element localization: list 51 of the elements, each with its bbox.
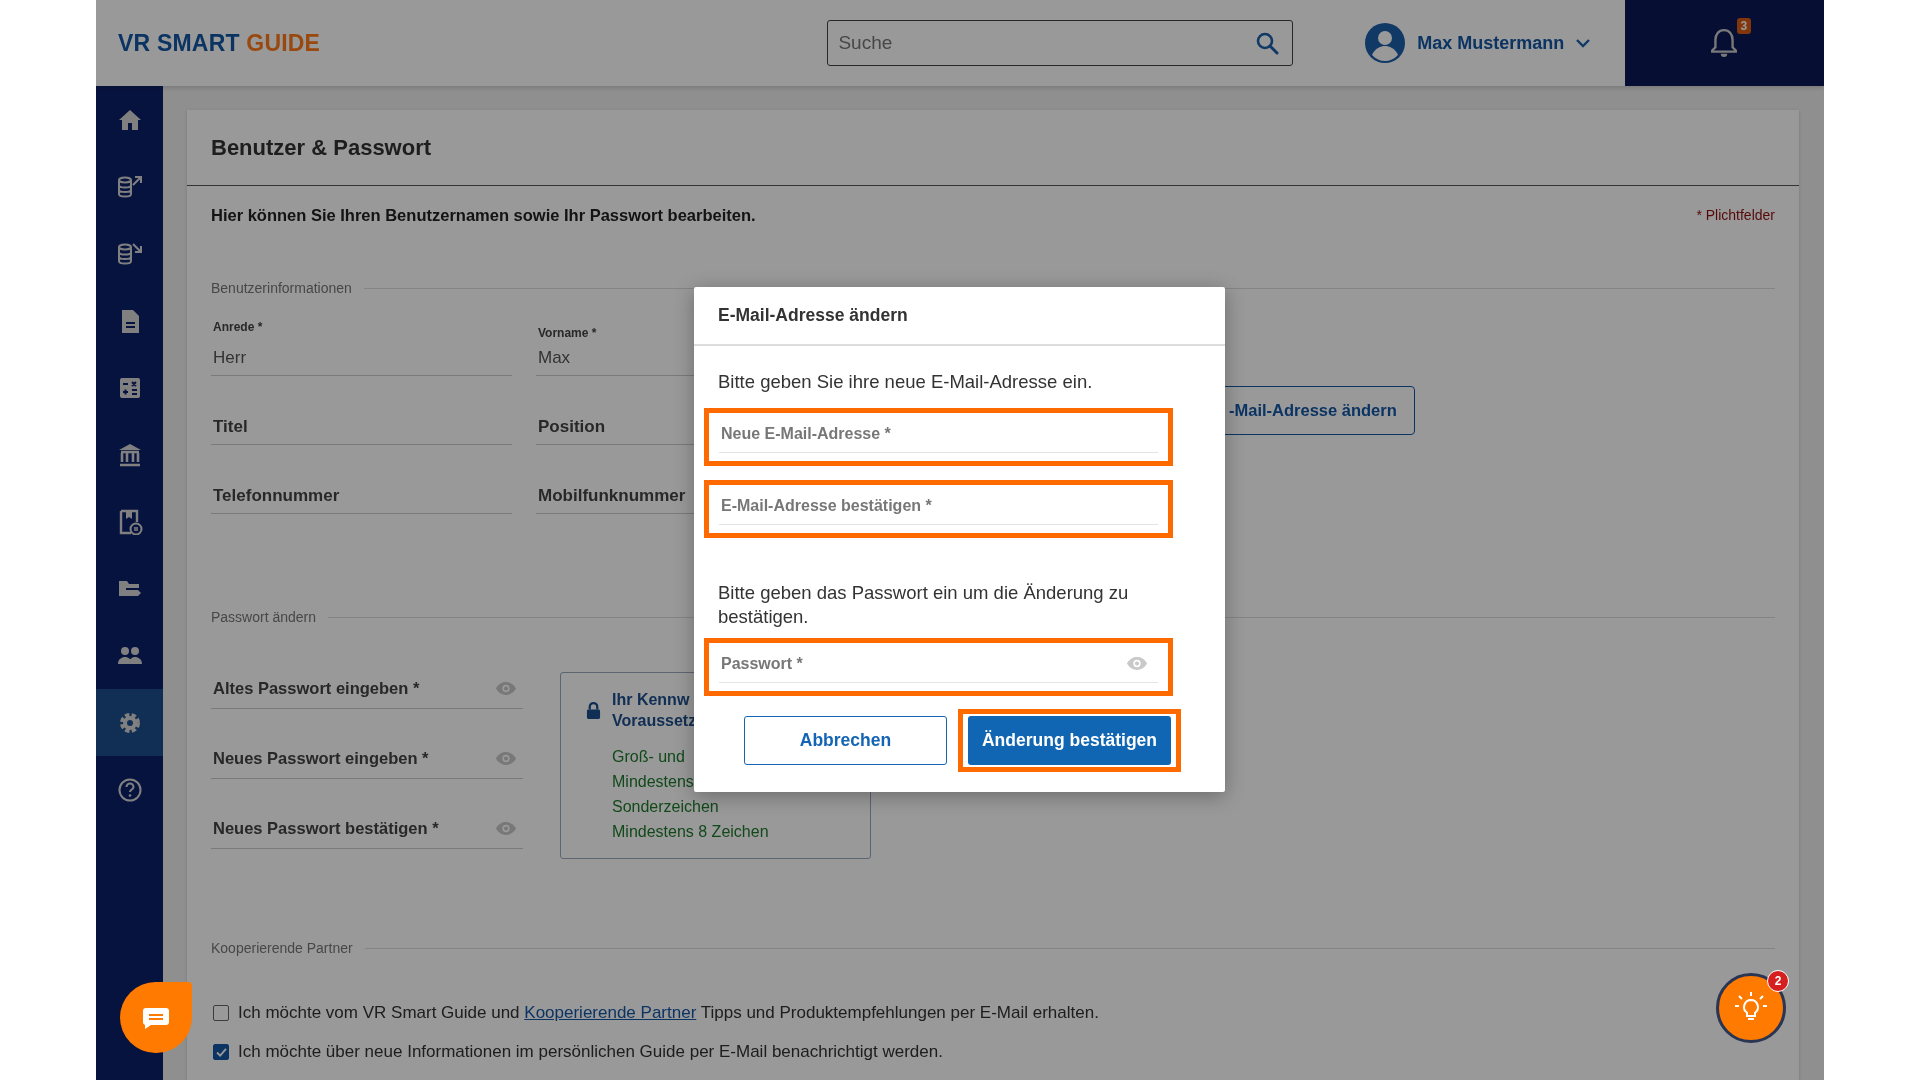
password-field[interactable]: Altes Passwort eingeben * [211, 669, 523, 709]
password-field[interactable]: Neues Passwort eingeben * [211, 739, 523, 779]
sidebar-button[interactable] [96, 689, 163, 756]
checkbox[interactable] [213, 1005, 229, 1021]
lock-icon [586, 701, 601, 720]
chevron-down-icon [1576, 38, 1591, 48]
checkbox-label: Ich möchte über neue Informationen im persönlichen Guide per E-Mail benachrichtigt werden. [238, 1042, 943, 1062]
notification-count: 3 [1736, 18, 1752, 34]
text-field[interactable]: Telefonnummer [211, 478, 512, 514]
section-heading: Kooperierende Partner [211, 940, 353, 956]
section-heading: Benutzerinformationen [211, 280, 352, 296]
avatar-icon [1365, 23, 1406, 63]
eye-icon [1126, 656, 1148, 671]
checkbox[interactable] [213, 1044, 229, 1060]
coins-arrow-icon [116, 173, 143, 200]
text-field[interactable]: Herr [211, 340, 512, 376]
notification-button[interactable] [1711, 28, 1738, 58]
dialog-title: E-Mail-Adresse ändern [718, 305, 908, 326]
required-note: * Plichtfelder [1696, 207, 1775, 223]
bell-icon [1711, 28, 1738, 58]
requirements-title: Ihr Kennw [612, 690, 691, 710]
email-field[interactable]: E-Mail-Adresse bestätigen * [719, 487, 1158, 525]
search-icon [1255, 31, 1280, 55]
requirement-item: Sonderzeichen [612, 797, 720, 817]
confirm-button[interactable]: Änderung bestätigen [968, 716, 1171, 765]
checkmark-icon [215, 1047, 227, 1057]
section-heading: Passwort ändern [211, 609, 317, 625]
requirement-item: Mindestens 8 Zeichen [612, 822, 770, 842]
coins-arrow-icon [116, 240, 143, 267]
text-field[interactable]: Titel [211, 409, 512, 445]
requirements-title: Voraussetz [612, 711, 697, 731]
eye-icon [495, 751, 517, 766]
requirement-item: Mindestens [612, 772, 695, 792]
cancel-button[interactable]: Abbrechen [744, 716, 947, 765]
partner-link[interactable]: Kooperierende Partner [524, 1003, 697, 1022]
email-field[interactable]: Neue E-Mail-Adresse * [719, 415, 1158, 453]
intro-text: Hier können Sie Ihren Benutzernamen sowie Ihr Passwort bearbeiten. [211, 205, 756, 225]
help-icon [116, 776, 143, 803]
dialog-text: Bitte geben das Passwort ein um die Änderung zu bestätigen. [718, 581, 1130, 629]
chat-bubble-icon [142, 1005, 170, 1030]
eye-icon [495, 681, 517, 696]
field-label: Vorname * [538, 326, 598, 340]
password-field[interactable]: Neues Passwort bestätigen * [211, 809, 523, 849]
checkbox-label: Ich möchte vom VR Smart Guide und Kooperierende Partner Tipps und Produktempfehlungen per E-Mail erhalten. [238, 1003, 1099, 1023]
search-field[interactable]: Suche [827, 20, 1294, 66]
field-label: Anrede * [213, 320, 264, 336]
logo: VR SMART GUIDE [117, 29, 322, 57]
page-title: Benutzer & Passwort [211, 134, 432, 161]
requirement-item: Groß- und [612, 747, 686, 767]
eye-icon [495, 821, 517, 836]
user-name[interactable]: Max Mustermann [1417, 32, 1565, 54]
